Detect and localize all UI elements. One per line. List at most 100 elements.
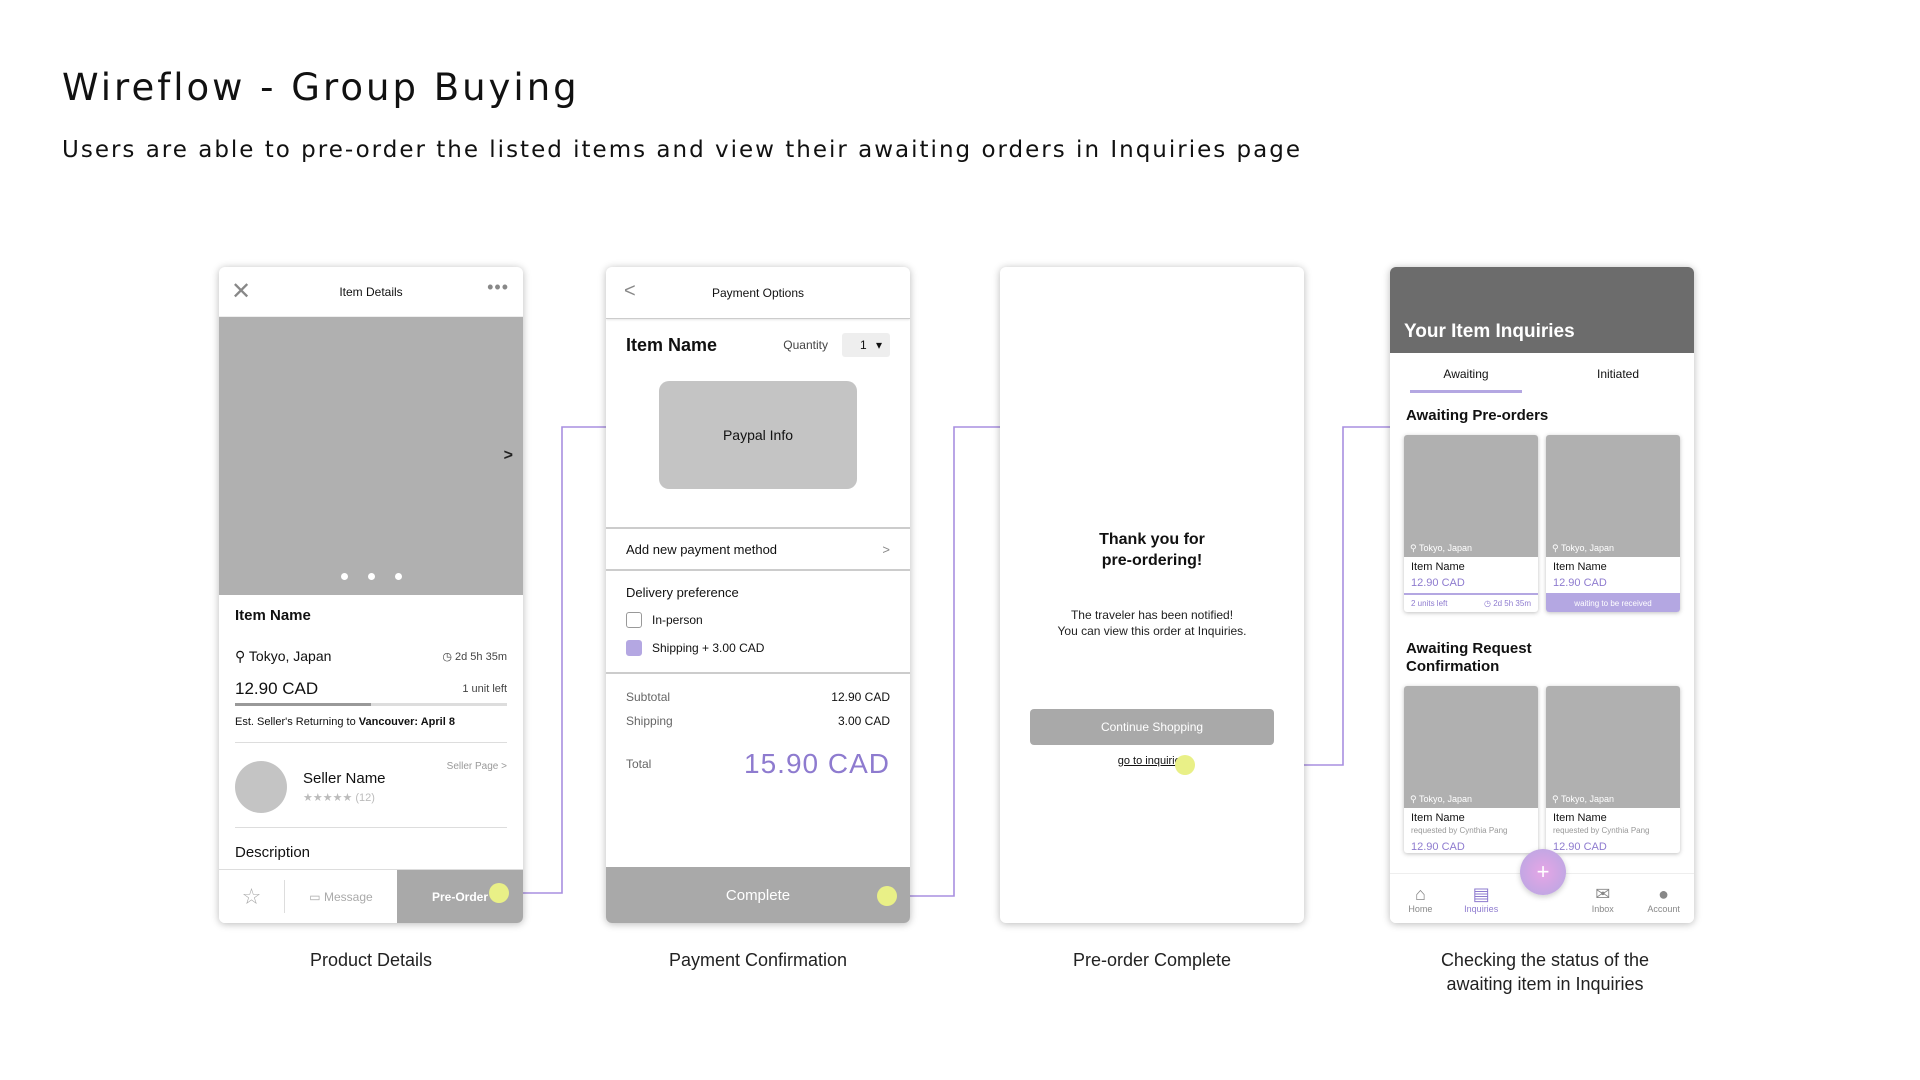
more-icon[interactable]: ••• xyxy=(487,277,509,298)
account-icon: ● xyxy=(1658,883,1670,904)
item-location: ⚲ Tokyo, Japan xyxy=(235,648,331,665)
thanks-line2: pre-ordering! xyxy=(1101,552,1203,569)
product-image-carousel[interactable]: > xyxy=(219,317,523,595)
favorite-star-icon[interactable]: ☆ xyxy=(219,880,285,913)
add-fab-button[interactable]: + xyxy=(1520,849,1566,895)
section2-line1: Awaiting Request xyxy=(1406,640,1532,657)
card-location-text: Tokyo, Japan xyxy=(1560,794,1614,804)
subtotal-value: 12.90 CAD xyxy=(831,690,890,704)
subtotal-label: Subtotal xyxy=(626,690,671,704)
product-action-bar: ☆ ▭ Message Pre-Order xyxy=(219,869,523,923)
card-requested-by: requested by Cynthia Pang xyxy=(1553,826,1650,835)
add-payment-label: Add new payment method xyxy=(626,541,778,557)
carousel-dot[interactable] xyxy=(340,573,348,580)
checkbox-inperson[interactable] xyxy=(626,612,642,628)
delivery-preference: Delivery preference In-person Shipping +… xyxy=(606,571,910,674)
chevron-right-icon[interactable]: > xyxy=(504,447,513,465)
quantity-select[interactable]: 1 ▾ xyxy=(842,333,890,357)
card-requested-by: requested by Cynthia Pang xyxy=(1411,826,1508,835)
inquiries-icon: ▤ xyxy=(1472,883,1490,904)
nav-inquiries[interactable]: ▤ Inquiries xyxy=(1451,874,1512,923)
card-location-text: Tokyo, Japan xyxy=(1560,543,1614,553)
carousel-dots xyxy=(219,567,523,585)
section2-line2: Confirmation xyxy=(1406,658,1500,675)
total-value: 15.90 CAD xyxy=(744,748,890,779)
tab-awaiting[interactable]: Awaiting xyxy=(1390,353,1542,395)
page-title: Wireflow - Group Buying xyxy=(62,66,580,109)
message-button[interactable]: ▭ Message xyxy=(285,870,397,923)
nav-inbox-label: Inbox xyxy=(1591,903,1614,914)
card-price: 12.90 CAD xyxy=(1411,841,1465,853)
card-name: Item Name xyxy=(1553,812,1607,824)
section-awaiting-preorders: Awaiting Pre-orders xyxy=(1406,407,1549,424)
caption-payment-confirmation: Payment Confirmation xyxy=(668,950,848,970)
mail-icon: ✉ xyxy=(1595,883,1611,904)
tap-indicator-complete xyxy=(877,886,897,906)
product-header: ✕ Item Details ••• xyxy=(219,267,523,317)
payment-item-name: Item Name xyxy=(626,334,718,355)
carousel-dot[interactable] xyxy=(367,573,375,580)
inquiry-card[interactable]: ⚲ Tokyo, Japan Item Name requested by Cy… xyxy=(1546,686,1680,853)
card-name: Item Name xyxy=(1553,561,1607,573)
rating-stars: ★★★★★ (12) xyxy=(303,792,375,804)
card-price: 12.90 CAD xyxy=(1411,577,1465,589)
rating-count: (12) xyxy=(355,792,375,804)
payment-header-title: Payment Options xyxy=(711,286,805,300)
complete-button[interactable]: Complete xyxy=(606,867,910,923)
go-to-inquiries-link[interactable]: go to inquiries xyxy=(1000,755,1304,767)
screen-inquiries: Your Item Inquiries Awaiting Initiated A… xyxy=(1390,267,1694,923)
card-price: 12.90 CAD xyxy=(1553,841,1607,853)
seller-page-link[interactable]: Seller Page > xyxy=(447,761,507,772)
description-label: Description xyxy=(235,844,311,861)
card-image: ⚲ Tokyo, Japan xyxy=(1546,686,1680,808)
add-payment-method-row[interactable]: Add new payment method > xyxy=(606,527,910,571)
time-left: ◷ 2d 5h 35m xyxy=(442,650,507,663)
option-shipping[interactable]: Shipping + 3.00 CAD xyxy=(626,640,890,656)
paypal-info-card[interactable]: Paypal Info xyxy=(659,381,857,489)
units-progress-bar xyxy=(235,703,507,706)
inquiries-tabs: Awaiting Initiated xyxy=(1390,353,1694,395)
location-text: Tokyo, Japan xyxy=(248,648,332,664)
inquiry-card[interactable]: ⚲ Tokyo, Japan Item Name requested by Cy… xyxy=(1404,686,1538,853)
caption-inquiries-line1: Checking the status of the xyxy=(1440,950,1650,970)
card-units: 2 units left xyxy=(1411,599,1448,608)
home-icon: ⌂ xyxy=(1414,883,1426,904)
card-image: ⚲ Tokyo, Japan xyxy=(1546,435,1680,557)
nav-inbox[interactable]: ✉ Inbox xyxy=(1572,874,1633,923)
progress-fill xyxy=(235,703,371,706)
card-footer: 2 units left ◷ 2d 5h 35m xyxy=(1404,593,1538,612)
clock-icon: ◷ xyxy=(442,651,452,663)
continue-shopping-button[interactable]: Continue Shopping xyxy=(1030,709,1274,745)
tap-indicator-preorder xyxy=(489,883,509,903)
message-icon: ▭ xyxy=(309,889,321,904)
chevron-right-icon: > xyxy=(882,541,890,557)
card-status-band: waiting to be received xyxy=(1546,593,1680,612)
tab-initiated[interactable]: Initiated xyxy=(1542,353,1694,395)
location-pin-icon: ⚲ xyxy=(235,648,246,664)
seller-card[interactable]: Seller Name ★★★★★ (12) Seller Page > xyxy=(235,743,507,828)
card-location: ⚲ Tokyo, Japan xyxy=(1552,543,1614,553)
quantity-label: Quantity xyxy=(783,338,828,352)
nav-home[interactable]: ⌂ Home xyxy=(1390,874,1451,923)
time-left-text: 2d 5h 35m xyxy=(455,651,507,663)
shipping-value: 3.00 CAD xyxy=(837,714,890,728)
card-price: 12.90 CAD xyxy=(1553,577,1607,589)
inquiry-card[interactable]: ⚲ Tokyo, Japan Item Name 12.90 CAD 2 uni… xyxy=(1404,435,1538,612)
checkbox-shipping[interactable] xyxy=(626,640,642,656)
screen-preorder-complete: Thank you for pre-ordering! The traveler… xyxy=(1000,267,1304,923)
page-subtitle: Users are able to pre-order the listed i… xyxy=(62,137,1303,163)
message-label: Message xyxy=(323,889,373,904)
quantity-value: 1 xyxy=(860,338,867,352)
section-awaiting-request: Awaiting Request Confirmation xyxy=(1390,628,1694,676)
card-time-text: 2d 5h 35m xyxy=(1493,599,1531,608)
nav-account[interactable]: ● Account xyxy=(1633,874,1694,923)
inquiry-card[interactable]: ⚲ Tokyo, Japan Item Name 12.90 CAD waiti… xyxy=(1546,435,1680,612)
option-inperson[interactable]: In-person xyxy=(626,612,890,628)
total-label: Total xyxy=(626,757,652,771)
item-price: 12.90 CAD xyxy=(235,679,319,698)
item-name: Item Name xyxy=(235,607,311,624)
carousel-dot[interactable] xyxy=(394,573,402,580)
nav-home-label: Home xyxy=(1408,903,1433,914)
delivery-label: Delivery preference xyxy=(626,585,739,600)
estimate-value: Vancouver: April 8 xyxy=(358,716,455,728)
